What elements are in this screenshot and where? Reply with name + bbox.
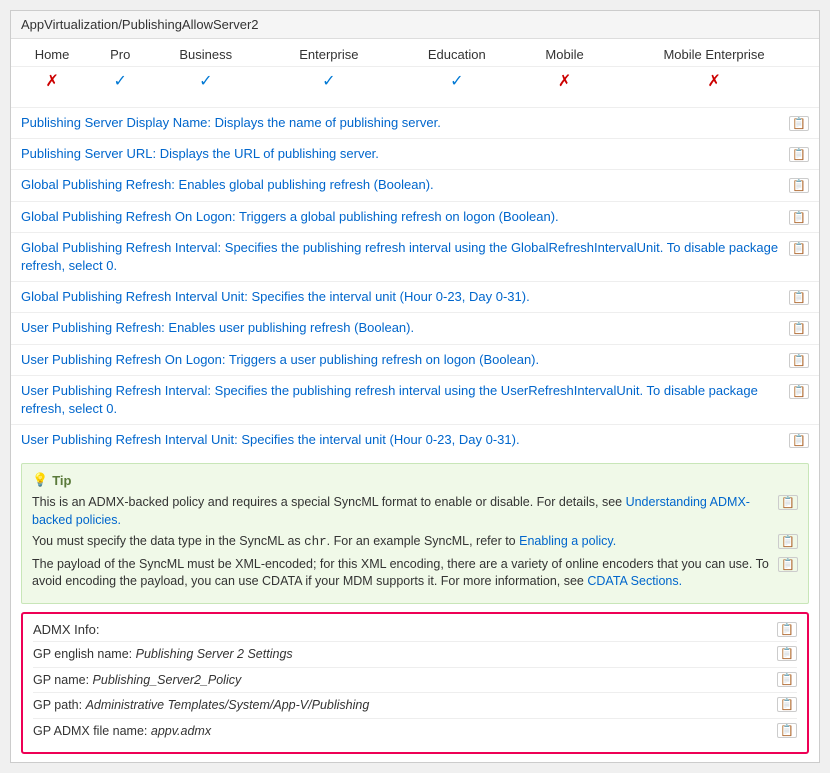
cross-icon: ✗	[558, 73, 571, 90]
title-bar: AppVirtualization/PublishingAllowServer2	[11, 11, 819, 39]
compatibility-table: HomeProBusinessEnterpriseEducationMobile…	[11, 39, 819, 99]
section-s2: Publishing Server URL: Displays the URL …	[11, 138, 819, 169]
tip-note-icon[interactable]: 📋	[778, 494, 798, 510]
section-note-icon[interactable]: 📋	[789, 177, 809, 193]
section-note-icon[interactable]: 📋	[789, 383, 809, 399]
compat-value-4: ✓	[393, 67, 520, 100]
section-note-icon[interactable]: 📋	[789, 115, 809, 131]
compat-value-6: ✗	[609, 67, 819, 100]
section-note-icon[interactable]: 📋	[789, 432, 809, 448]
section-text: Global Publishing Refresh: Enables globa…	[21, 176, 781, 194]
compat-header-home: Home	[11, 39, 93, 67]
compat-header-mobile-enterprise: Mobile Enterprise	[609, 39, 819, 67]
section-text: Global Publishing Refresh Interval Unit:…	[21, 288, 781, 306]
section-note-icon[interactable]: 📋	[789, 240, 809, 256]
section-note-icon[interactable]: 📋	[789, 320, 809, 336]
admx-item-text: GP english name: Publishing Server 2 Set…	[33, 645, 769, 664]
compat-header-business: Business	[147, 39, 264, 67]
tip-row-t3: The payload of the SyncML must be XML-en…	[32, 556, 798, 591]
check-icon: ✓	[450, 73, 463, 90]
compat-value-1: ✓	[93, 67, 147, 100]
section-s3: Global Publishing Refresh: Enables globa…	[11, 169, 819, 200]
section-text: User Publishing Refresh Interval: Specif…	[21, 382, 781, 418]
tip-text: This is an ADMX-backed policy and requir…	[32, 494, 770, 529]
tip-text: You must specify the data type in the Sy…	[32, 533, 770, 552]
section-text: User Publishing Refresh: Enables user pu…	[21, 319, 781, 337]
compat-value-0: ✗	[11, 67, 93, 100]
admx-item-icon[interactable]: 📋	[777, 696, 797, 712]
section-s10: User Publishing Refresh Interval Unit: S…	[11, 424, 819, 455]
main-container: AppVirtualization/PublishingAllowServer2…	[10, 10, 820, 763]
section-text: User Publishing Refresh On Logon: Trigge…	[21, 351, 781, 369]
check-icon: ✓	[322, 73, 335, 90]
section-note-icon[interactable]: 📋	[789, 146, 809, 162]
tip-note-icon[interactable]: 📋	[778, 556, 798, 572]
cdata-sections-link[interactable]: CDATA Sections.	[587, 574, 682, 588]
section-note-icon[interactable]: 📋	[789, 352, 809, 368]
cross-icon: ✗	[707, 73, 720, 90]
check-icon: ✓	[199, 73, 212, 90]
compat-value-5: ✗	[520, 67, 609, 100]
tip-icon: 💡	[32, 472, 48, 488]
compat-value-2: ✓	[147, 67, 264, 100]
admx-item-text: GP name: Publishing_Server2_Policy	[33, 671, 769, 690]
admx-row-a1: GP english name: Publishing Server 2 Set…	[33, 641, 797, 667]
section-note-icon[interactable]: 📋	[789, 209, 809, 225]
admx-policies-link[interactable]: Understanding ADMX-backed policies.	[32, 495, 750, 527]
admx-header-text: ADMX Info:	[33, 622, 777, 637]
section-s7: User Publishing Refresh: Enables user pu…	[11, 312, 819, 343]
section-text: Global Publishing Refresh Interval: Spec…	[21, 239, 781, 275]
compat-value-3: ✓	[264, 67, 393, 100]
check-icon: ✓	[114, 73, 127, 90]
page-title: AppVirtualization/PublishingAllowServer2	[21, 17, 259, 32]
compat-header-mobile: Mobile	[520, 39, 609, 67]
admx-item-text: GP ADMX file name: appv.admx	[33, 722, 769, 741]
compat-header-education: Education	[393, 39, 520, 67]
tip-row-t1: This is an ADMX-backed policy and requir…	[32, 494, 798, 529]
admx-header: ADMX Info: 📋	[33, 622, 797, 637]
admx-item-icon[interactable]: 📋	[777, 671, 797, 687]
compat-header-enterprise: Enterprise	[264, 39, 393, 67]
admx-header-icon[interactable]: 📋	[777, 622, 797, 637]
admx-item-text: GP path: Administrative Templates/System…	[33, 696, 769, 715]
tip-box: 💡 Tip This is an ADMX-backed policy and …	[21, 463, 809, 604]
tip-row-t2: You must specify the data type in the Sy…	[32, 533, 798, 552]
tip-text: The payload of the SyncML must be XML-en…	[32, 556, 770, 591]
admx-row-a4: GP ADMX file name: appv.admx 📋	[33, 718, 797, 744]
tip-rows: This is an ADMX-backed policy and requir…	[32, 494, 798, 591]
cross-icon: ✗	[45, 73, 58, 90]
section-note-icon[interactable]: 📋	[789, 289, 809, 305]
admx-box: ADMX Info: 📋 GP english name: Publishing…	[21, 612, 809, 754]
section-s9: User Publishing Refresh Interval: Specif…	[11, 375, 819, 424]
section-text: User Publishing Refresh Interval Unit: S…	[21, 431, 781, 449]
section-s6: Global Publishing Refresh Interval Unit:…	[11, 281, 819, 312]
enabling-policy-link[interactable]: Enabling a policy.	[519, 534, 616, 548]
sections-container: Publishing Server Display Name: Displays…	[11, 107, 819, 455]
admx-item-icon[interactable]: 📋	[777, 645, 797, 661]
admx-items: GP english name: Publishing Server 2 Set…	[33, 641, 797, 744]
admx-row-a2: GP name: Publishing_Server2_Policy 📋	[33, 667, 797, 693]
section-s4: Global Publishing Refresh On Logon: Trig…	[11, 201, 819, 232]
section-text: Publishing Server URL: Displays the URL …	[21, 145, 781, 163]
admx-row-a3: GP path: Administrative Templates/System…	[33, 692, 797, 718]
section-s5: Global Publishing Refresh Interval: Spec…	[11, 232, 819, 281]
section-s8: User Publishing Refresh On Logon: Trigge…	[11, 344, 819, 375]
section-text: Publishing Server Display Name: Displays…	[21, 114, 781, 132]
tip-header-text: Tip	[52, 473, 71, 488]
section-text: Global Publishing Refresh On Logon: Trig…	[21, 208, 781, 226]
compat-header-pro: Pro	[93, 39, 147, 67]
tip-note-icon[interactable]: 📋	[778, 533, 798, 549]
section-s1: Publishing Server Display Name: Displays…	[11, 107, 819, 138]
tip-header: 💡 Tip	[32, 472, 798, 488]
admx-item-icon[interactable]: 📋	[777, 722, 797, 738]
